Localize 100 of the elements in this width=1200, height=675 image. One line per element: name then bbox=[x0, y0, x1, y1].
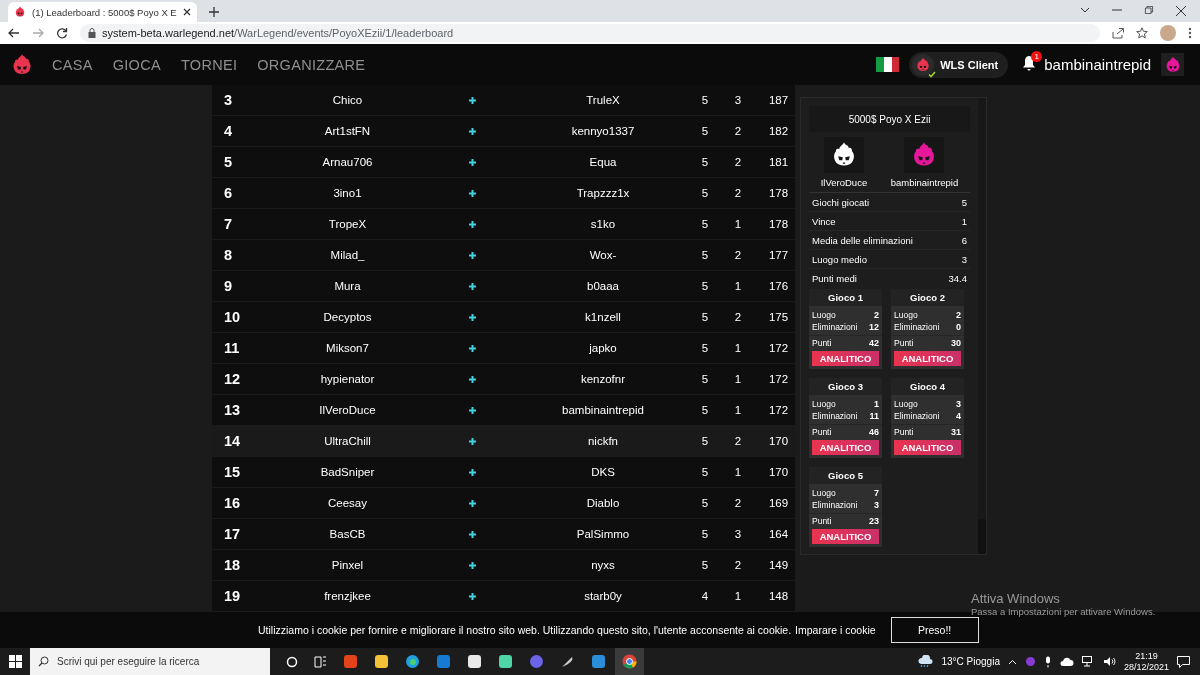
store-icon[interactable] bbox=[467, 654, 482, 669]
username[interactable]: bambinaintrepid bbox=[1044, 56, 1151, 73]
wins-count: 1 bbox=[733, 466, 743, 478]
player-name: Mikson7 bbox=[325, 342, 370, 354]
mail-icon[interactable] bbox=[436, 654, 451, 669]
rank: 4 bbox=[223, 123, 234, 139]
client-button[interactable]: WLS Client bbox=[909, 51, 1009, 78]
network-icon[interactable] bbox=[1081, 656, 1095, 667]
office-icon[interactable] bbox=[343, 654, 358, 669]
player-name: Chico bbox=[331, 94, 364, 106]
wins-count: 1 bbox=[733, 404, 743, 416]
reload-icon[interactable] bbox=[56, 27, 68, 39]
plus-icon bbox=[469, 375, 476, 383]
back-icon[interactable] bbox=[8, 27, 20, 39]
games-count: 5 bbox=[700, 435, 710, 447]
player-name: kennyo1337 bbox=[570, 125, 636, 137]
circle-icon[interactable] bbox=[286, 655, 298, 668]
stat-label: Eliminazioni bbox=[894, 411, 940, 421]
search-icon bbox=[38, 656, 49, 667]
analytics-button[interactable]: ANALITICO bbox=[812, 529, 879, 544]
chrome-icon[interactable] bbox=[622, 654, 637, 669]
browser-icon[interactable] bbox=[405, 654, 420, 669]
activation-text: Passa a Impostazioni per attivare Windows. bbox=[971, 606, 1156, 617]
games-count: 5 bbox=[700, 218, 710, 230]
player-name: IlVeroDuce bbox=[318, 404, 377, 416]
analytics-button[interactable]: ANALITICO bbox=[812, 440, 879, 455]
analytics-button[interactable]: ANALITICO bbox=[894, 440, 961, 455]
plus-icon bbox=[469, 189, 476, 197]
plus-icon bbox=[469, 499, 476, 507]
user-avatar[interactable] bbox=[1161, 53, 1184, 76]
cookie-link[interactable]: Imparare i cookie bbox=[795, 624, 876, 636]
wins-count: 1 bbox=[733, 342, 743, 354]
scrollbar[interactable] bbox=[978, 98, 986, 554]
stat-label: Eliminazioni bbox=[812, 500, 858, 510]
chat-icon[interactable] bbox=[529, 654, 544, 669]
new-tab-icon[interactable] bbox=[208, 7, 219, 17]
browser-tab[interactable]: (1) Leaderboard : 5000$ Poyo X E bbox=[8, 2, 197, 22]
rank: 13 bbox=[223, 402, 242, 418]
analytics-button[interactable]: ANALITICO bbox=[894, 351, 961, 366]
player-name: PalSimmo bbox=[575, 528, 631, 540]
plus-icon bbox=[469, 158, 476, 166]
games-count: 5 bbox=[700, 94, 710, 106]
stat-label: Luogo bbox=[812, 399, 836, 409]
game-title: Gioco 2 bbox=[891, 289, 964, 306]
menu-icon[interactable] bbox=[1188, 27, 1192, 39]
nav-link[interactable]: ORGANIZZARE bbox=[257, 56, 366, 73]
rank: 15 bbox=[223, 464, 242, 480]
games-count: 5 bbox=[700, 125, 710, 137]
clock[interactable]: 21:19 28/12/2021 bbox=[1123, 650, 1169, 673]
speaker-icon[interactable] bbox=[1102, 656, 1116, 667]
games-count: 5 bbox=[700, 249, 710, 261]
games-count: 5 bbox=[700, 497, 710, 509]
points: 178 bbox=[767, 218, 790, 230]
stat-value: 4 bbox=[956, 411, 961, 421]
game-title: Gioco 3 bbox=[809, 378, 882, 395]
task-view-icon[interactable] bbox=[314, 655, 327, 668]
restore-icon[interactable] bbox=[1144, 6, 1154, 14]
check-icon bbox=[928, 70, 937, 78]
stat-value: 1 bbox=[874, 399, 879, 409]
rank: 18 bbox=[223, 557, 242, 573]
points: 176 bbox=[767, 280, 790, 292]
stat-value: 31 bbox=[951, 426, 961, 437]
caret-icon[interactable] bbox=[1007, 658, 1017, 665]
accept-button[interactable]: Preso!! bbox=[890, 617, 979, 643]
share-icon[interactable] bbox=[1112, 27, 1124, 39]
nav-link[interactable]: TORNEI bbox=[180, 56, 238, 73]
app-icon[interactable] bbox=[498, 654, 513, 669]
microphone-icon[interactable] bbox=[1043, 655, 1052, 668]
plus-icon bbox=[469, 251, 476, 259]
player-name: Decyptos bbox=[322, 311, 373, 323]
star-icon[interactable] bbox=[1136, 27, 1148, 39]
close-icon[interactable] bbox=[1176, 6, 1186, 16]
player-name: bambinaintrepid bbox=[561, 404, 645, 416]
app-icon[interactable] bbox=[591, 654, 606, 669]
plus-icon bbox=[469, 468, 476, 476]
windows-icon[interactable] bbox=[8, 655, 22, 668]
bell-icon[interactable] bbox=[1022, 54, 1037, 71]
minimize-icon[interactable] bbox=[1112, 6, 1122, 14]
stat-label: Punti medi bbox=[812, 272, 857, 284]
analytics-button[interactable]: ANALITICO bbox=[812, 351, 879, 366]
player-name: k1nzell bbox=[584, 311, 622, 323]
games-count: 5 bbox=[700, 280, 710, 292]
games-count: 5 bbox=[700, 311, 710, 323]
dropdown-icon[interactable] bbox=[1080, 6, 1090, 14]
games-count: 5 bbox=[700, 466, 710, 478]
flag-icon[interactable] bbox=[876, 57, 900, 72]
folder-icon[interactable] bbox=[374, 654, 389, 669]
rank: 9 bbox=[223, 278, 234, 294]
stat-value: 11 bbox=[869, 411, 879, 421]
address-bar[interactable]: system-beta.warlegend.net/WarLegend/events/PoyoXEzii/1/leaderboard bbox=[80, 24, 1100, 42]
close-icon[interactable] bbox=[182, 8, 191, 16]
search-field[interactable]: Scrivi qui per eseguire la ricerca bbox=[30, 648, 270, 675]
player-name: IlVeroDuce bbox=[820, 177, 868, 188]
cloud-icon[interactable] bbox=[1059, 656, 1074, 667]
points: 181 bbox=[767, 156, 790, 168]
nav-link[interactable]: CASA bbox=[52, 56, 93, 73]
plus-icon bbox=[469, 437, 476, 445]
stat-value: 3 bbox=[874, 500, 879, 510]
nav-link[interactable]: GIOCA bbox=[112, 56, 161, 73]
notification-icon[interactable] bbox=[1177, 655, 1190, 668]
